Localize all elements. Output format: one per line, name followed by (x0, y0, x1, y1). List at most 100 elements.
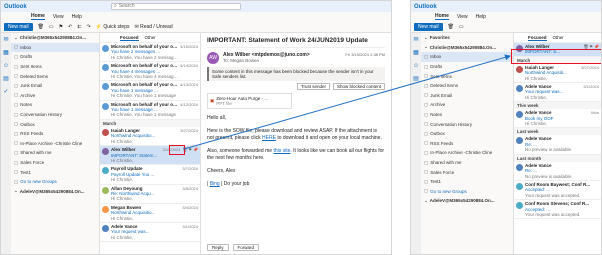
folder-item[interactable]: ⌄ Favorites (421, 33, 513, 43)
archive-icon[interactable]: ▭ (49, 24, 54, 30)
folder-item[interactable]: ⌄ Christie@M365x54290884.On... (421, 43, 513, 53)
here-link[interactable]: HERE (262, 135, 276, 141)
folder-label: Christie@M365x54290884.On... (19, 35, 86, 41)
tab-home[interactable]: Home (31, 13, 45, 20)
group-header[interactable]: Last week (514, 128, 601, 136)
files-icon[interactable]: ▤ (3, 76, 9, 82)
list-item[interactable]: Allan Deyoung Re: Northwind Acqu... Hi Chr… (100, 185, 200, 204)
list-item[interactable]: Alex Wilber IMPORTANT: Statem... Hi Christ… (100, 146, 200, 166)
mail-icon[interactable]: ✉ (3, 37, 8, 43)
folder-item[interactable]: ▢ Inbox (421, 52, 513, 62)
tab-view[interactable]: View (457, 14, 468, 20)
folder-item[interactable]: ▢ Archive (11, 91, 99, 101)
folder-item[interactable]: ⌄ Christie@M365x54290884.On... (11, 33, 99, 43)
attachment[interactable]: ▣ Zero-Hour Auto Purge - ... PPT file (207, 93, 292, 109)
folder-item[interactable]: ▢ Sales Force (11, 158, 99, 168)
reply-button[interactable]: Reply (207, 244, 229, 251)
folder-item[interactable]: ⌄ AdeleV@M365x54290884.On... (421, 196, 513, 206)
mail-icon[interactable]: ✉ (413, 37, 418, 43)
list-item[interactable]: Adele Vance Your request was... Hi Christi… (100, 223, 200, 243)
calendar-icon[interactable]: ▦ (413, 50, 419, 56)
list-item[interactable]: Isaiah Langer Northwind Acquisiti... Hi Ch… (514, 64, 601, 84)
message-body: Hello all, Here is the SOW file, please … (207, 115, 385, 188)
folder-item[interactable]: ⌄ AdeleV@M365x54290884.On... (11, 187, 99, 197)
list-item[interactable]: Microsoft on behalf of your org... You ha… (100, 43, 200, 63)
people-icon[interactable]: ☺ (413, 63, 419, 69)
folder-item[interactable]: ▢ Go to new Groups (421, 187, 513, 197)
list-item[interactable]: Microsoft on behalf of your org... You ha… (100, 101, 200, 120)
tab-home[interactable]: Home (435, 13, 449, 20)
people-icon[interactable]: ☺ (3, 63, 9, 69)
tab-help[interactable]: Help (476, 14, 486, 20)
folder-item[interactable]: ▢ Sales Force (421, 167, 513, 177)
folder-item[interactable]: ▢ Notes (11, 100, 99, 110)
list-item[interactable]: Conf Room Baywest; Conf R... Accepted: ..… (514, 181, 601, 201)
this-site-link[interactable]: this site (273, 148, 290, 154)
folder-item[interactable]: ▢ Conversation History (11, 110, 99, 120)
group-header[interactable]: Last month (514, 154, 601, 162)
list-item[interactable]: Adele Vance Re: ... No preview is availabl… (514, 162, 601, 181)
folder-item[interactable]: ▢ Test1 (11, 167, 99, 177)
folder-item[interactable]: ▢ Deleted Items (421, 81, 513, 91)
folder-item[interactable]: ▢ RSS Feeds (11, 129, 99, 139)
folder-item[interactable]: ▢ Go to new Groups (11, 177, 99, 187)
folder-item[interactable]: ▢ Drafts (421, 62, 513, 72)
folder-item[interactable]: ▢ Deleted Items (11, 71, 99, 81)
list-item[interactable]: Conf Room Stevens; Conf R... Accepted: ..… (514, 200, 601, 220)
folder-item[interactable]: ▢ Test1 (421, 177, 513, 187)
todo-icon[interactable]: ✓ (3, 89, 8, 95)
list-item[interactable]: Adele Vance Book my OOF Hi Christie, Mon (514, 109, 601, 129)
list-item[interactable]: Megan Bowen Northwind Acquisitio... Hi Chr… (100, 204, 200, 223)
folder-item[interactable]: ▢ Archive (421, 100, 513, 110)
folder-item[interactable]: ▢ Notes (421, 110, 513, 120)
list-item[interactable]: Adele Vance Your request was... Hi Christi… (514, 83, 601, 103)
folder-item[interactable]: ▢ Drafts (11, 52, 99, 62)
archive-icon[interactable]: ▭ (459, 24, 464, 30)
reply-all-icon[interactable]: ⇇ (77, 24, 81, 30)
folder-item[interactable]: ▢ Sent Items (11, 62, 99, 72)
folder-item[interactable]: ▢ Inbox (11, 42, 99, 53)
forward-icon[interactable]: ↷ (87, 24, 91, 30)
list-item[interactable]: Microsoft on behalf of your org... You ha… (100, 81, 200, 101)
list-item[interactable]: Isaiah Langer Northwind Acquisitio... Hi C… (100, 127, 200, 147)
delete-icon[interactable]: 🗑 (38, 24, 44, 30)
calendar-icon[interactable]: ▦ (3, 50, 9, 56)
folder-item[interactable]: ▢ Junk Email (11, 81, 99, 91)
folder-item[interactable]: ▢ In-Place Archive -Christie Cline (11, 139, 99, 149)
new-mail-button[interactable]: New mail (4, 22, 33, 31)
list-item[interactable]: Payroll Update Payroll Update You ... Hi C… (100, 165, 200, 185)
forward-button[interactable]: Forward (232, 244, 260, 251)
tab-other[interactable]: Other (145, 35, 156, 40)
folder-item[interactable]: ▢ Conversation History (421, 119, 513, 129)
folder-item[interactable]: ▢ Outbox (11, 119, 99, 129)
group-header[interactable]: This week (514, 102, 601, 110)
list-item[interactable]: Microsoft on behalf of your org... You ha… (100, 62, 200, 82)
tab-focused[interactable]: Focused (120, 35, 139, 41)
search-input[interactable]: ⌕ Search (111, 3, 241, 10)
files-icon[interactable]: ▤ (413, 76, 419, 82)
folder-item[interactable]: ▢ Junk Email (421, 91, 513, 101)
tab-help[interactable]: Help (72, 14, 82, 20)
tab-view[interactable]: View (53, 14, 64, 20)
quick-steps-button[interactable]: ⚡ Quick steps (96, 24, 130, 30)
new-mail-button[interactable]: New mail (414, 22, 443, 31)
read-unread-button[interactable]: ✉ Read / Unread (135, 24, 173, 30)
folder-item[interactable]: ▢ Sent Items (421, 71, 513, 81)
flag-icon[interactable]: ⚑ (59, 24, 63, 30)
reply-icon[interactable]: ↶ (68, 24, 72, 30)
tab-focused[interactable]: Focused (528, 35, 547, 41)
group-header[interactable]: March (100, 119, 200, 127)
folder-item[interactable]: ▢ Outbox (421, 129, 513, 139)
folder-item[interactable]: ▢ Shared with me (11, 148, 99, 158)
pin-icon[interactable]: 📌 (193, 147, 198, 163)
folder-item[interactable]: ▢ RSS Feeds (421, 139, 513, 149)
list-item[interactable]: Adele Vance Re: ... No preview is availabl… (514, 135, 601, 155)
folder-item[interactable]: ▢ In-Place Archive -Christie Cline (421, 148, 513, 158)
bing-link[interactable]: Bing (210, 181, 220, 187)
delete-icon[interactable]: 🗑 (448, 24, 454, 30)
show-blocked-content-button[interactable]: Show blocked content (332, 83, 385, 90)
trust-sender-button[interactable]: Trust sender (296, 83, 330, 90)
folder-item[interactable]: ▢ Shared with me (421, 158, 513, 168)
flag-icon[interactable]: ⚑ (188, 147, 192, 163)
tab-other[interactable]: Other (553, 35, 564, 40)
